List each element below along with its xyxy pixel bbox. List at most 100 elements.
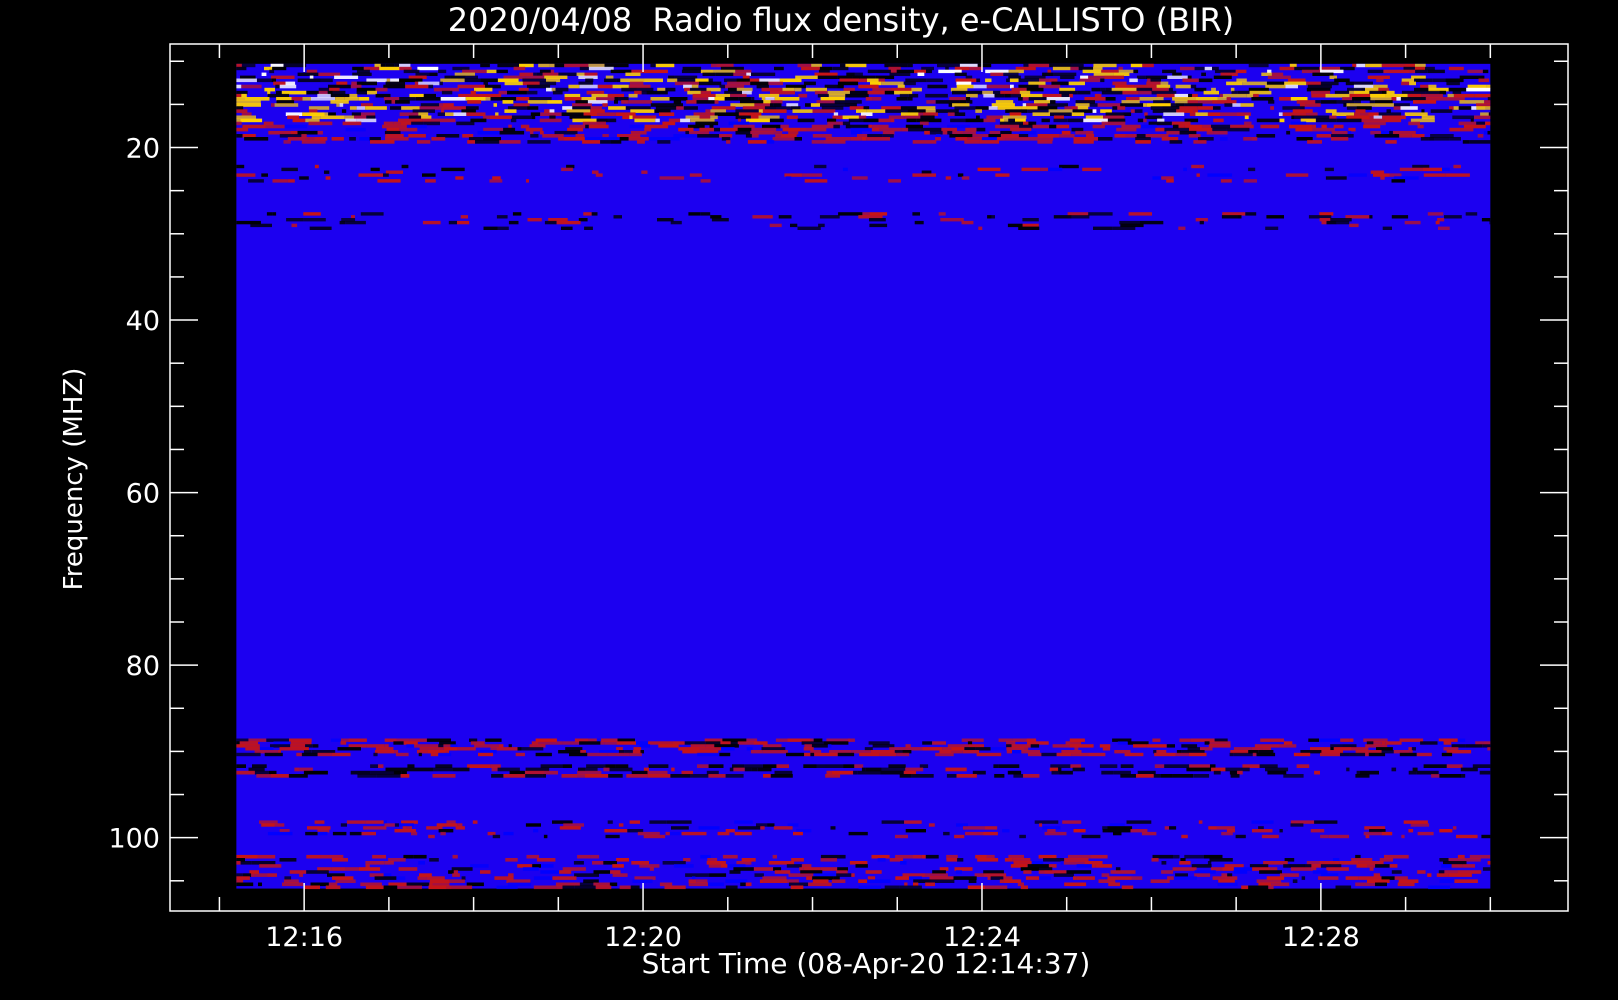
heatmap-cell: [1279, 118, 1285, 123]
heatmap-cell: [1118, 66, 1123, 71]
heatmap-cell: [1425, 66, 1435, 71]
heatmap-cell: [1289, 864, 1305, 868]
heatmap-cell: [982, 90, 993, 95]
heatmap-cell: [236, 93, 242, 98]
heatmap-cell: [564, 137, 585, 141]
heatmap-cell: [408, 75, 427, 79]
heatmap-cell: [600, 140, 611, 144]
heatmap-cell: [298, 882, 304, 887]
heatmap-cell: [697, 764, 709, 768]
heatmap-cell: [1320, 69, 1344, 74]
heatmap-cell: [490, 764, 501, 768]
heatmap-cell: [827, 90, 850, 95]
heatmap-cell: [578, 218, 588, 222]
heatmap-cell: [480, 63, 490, 68]
heatmap-cell: [1067, 212, 1089, 216]
heatmap-cell: [1164, 764, 1190, 768]
heatmap-cell: [1381, 741, 1386, 745]
heatmap-cell: [858, 215, 883, 219]
heatmap-cell: [1368, 112, 1379, 116]
heatmap-cell: [1443, 747, 1459, 751]
heatmap-cell: [423, 121, 440, 126]
heatmap-cell: [795, 75, 818, 79]
heatmap-cell: [236, 127, 249, 132]
heatmap-cell: [320, 115, 345, 120]
heatmap-cell: [457, 747, 476, 751]
heatmap-cell: [686, 100, 697, 104]
heatmap-cell: [394, 829, 416, 833]
heatmap-cell: [446, 885, 452, 890]
heatmap-cell: [800, 870, 823, 874]
heatmap-cell: [1405, 63, 1415, 68]
heatmap-cell: [1285, 84, 1298, 89]
heatmap-cell: [309, 109, 318, 113]
heatmap-cell: [369, 137, 381, 141]
heatmap-cell: [836, 870, 848, 874]
heatmap-cell: [966, 100, 973, 104]
heatmap-cell: [1150, 879, 1170, 883]
heatmap-cell: [583, 212, 592, 216]
heatmap-cell: [1130, 109, 1135, 113]
heatmap-cell: [756, 84, 769, 89]
heatmap-cell: [830, 826, 836, 830]
heatmap-cell: [946, 774, 957, 778]
heatmap-cell: [567, 127, 584, 132]
heatmap-cell: [374, 876, 397, 880]
heatmap-cell: [393, 741, 404, 745]
heatmap-cell: [840, 100, 862, 104]
heatmap-cell: [1472, 764, 1491, 768]
heatmap-cell: [496, 747, 518, 751]
heatmap-cell: [1112, 226, 1136, 230]
heatmap-cell: [1059, 90, 1078, 95]
heatmap-cell: [372, 854, 386, 859]
heatmap-cell: [1396, 97, 1401, 101]
heatmap-cell: [422, 220, 441, 225]
heatmap-cell: [302, 97, 312, 101]
heatmap-cell: [711, 63, 717, 68]
heatmap-cell: [966, 93, 978, 98]
heatmap-cell: [831, 770, 854, 775]
heatmap-cell: [961, 738, 984, 742]
heatmap-cell: [1204, 66, 1212, 71]
heatmap-cell: [1356, 864, 1368, 868]
heatmap-cell: [999, 121, 1023, 126]
heatmap-cell: [552, 90, 563, 95]
heatmap-cell: [441, 109, 445, 113]
heatmap-cell: [776, 106, 791, 110]
heatmap-cell: [801, 864, 812, 868]
heatmap-cell: [1453, 164, 1461, 169]
heatmap-cell: [1002, 115, 1027, 120]
heatmap-cell: [625, 72, 641, 76]
heatmap-cell: [414, 81, 419, 86]
heatmap-cell: [1126, 97, 1140, 101]
heatmap-cell: [1334, 78, 1350, 83]
heatmap-cell: [790, 885, 804, 890]
heatmap-cell: [1034, 820, 1059, 824]
heatmap-cell: [320, 831, 328, 836]
heatmap-cell: [647, 770, 668, 775]
heatmap-cell: [578, 767, 586, 772]
heatmap-cell: [648, 137, 671, 141]
heatmap-cell: [1376, 747, 1393, 751]
heatmap-cell: [597, 112, 616, 116]
heatmap-cell: [345, 867, 359, 871]
heatmap-cell: [1000, 130, 1012, 135]
heatmap-cell: [470, 864, 489, 868]
heatmap-cell: [1194, 870, 1216, 874]
heatmap-cell: [721, 137, 731, 141]
heatmap-cell: [641, 170, 648, 174]
heatmap-cell: [441, 106, 466, 110]
heatmap-cell: [341, 218, 356, 222]
heatmap-cell: [1173, 876, 1197, 880]
heatmap-cell: [899, 93, 909, 98]
heatmap-cell: [634, 118, 656, 123]
heatmap-cell: [1113, 770, 1131, 775]
heatmap-cell: [837, 752, 855, 757]
heatmap-cell: [1052, 66, 1071, 71]
heatmap-cell: [544, 220, 557, 225]
heatmap-cell: [825, 764, 844, 768]
heatmap-cell: [504, 109, 517, 113]
heatmap-cell: [1071, 112, 1085, 116]
heatmap-cell: [881, 106, 901, 110]
heatmap-cell: [696, 100, 715, 104]
